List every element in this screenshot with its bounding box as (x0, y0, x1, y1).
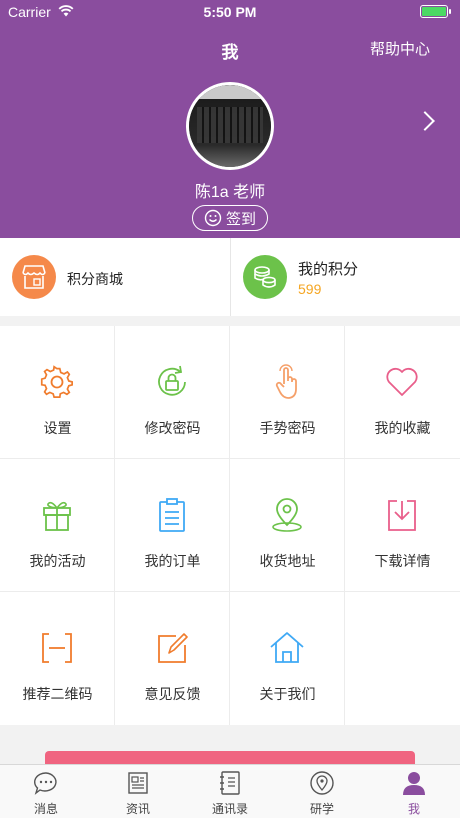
grid-item-label: 下载详情 (374, 553, 431, 569)
function-grid: 设置 修改密码 手势密码 我的收藏 我的活动 我的订单 收货地址 下载详情 推荐… (0, 326, 460, 725)
grid-item-label: 收货地址 (259, 553, 316, 569)
heart-icon (386, 367, 418, 396)
tab-me[interactable]: 我 (368, 765, 460, 818)
tab-label: 通讯录 (211, 802, 248, 816)
news-icon (128, 772, 148, 794)
my-points-entry[interactable]: 我的积分 599 (230, 238, 460, 316)
grid-item-favorites[interactable]: 我的收藏 (345, 326, 460, 459)
my-points-label: 我的积分 (298, 261, 359, 278)
location-pin-icon (272, 498, 302, 532)
user-name: 陈1a 老师 (194, 184, 266, 201)
help-center-link[interactable]: 帮助中心 (370, 38, 430, 59)
user-icon (403, 772, 425, 795)
tab-study[interactable]: 研学 (276, 765, 368, 818)
download-icon (388, 500, 416, 531)
points-mall-label: 积分商城 (67, 271, 123, 287)
store-icon (12, 255, 56, 299)
points-row: 积分商城 我的积分 599 (0, 238, 460, 316)
coins-icon (243, 255, 287, 299)
grid-item-about[interactable]: 关于我们 (230, 592, 345, 725)
tab-label: 研学 (309, 802, 334, 816)
grid-item-label: 我的活动 (29, 553, 86, 569)
grid-item-downloads[interactable]: 下载详情 (345, 459, 460, 592)
clipboard-icon (159, 498, 185, 532)
tab-contacts[interactable]: 通讯录 (184, 765, 276, 818)
grid-item-activities[interactable]: 我的活动 (0, 459, 115, 592)
grid-item-change-password[interactable]: 修改密码 (115, 326, 230, 459)
avatar[interactable] (186, 82, 274, 170)
my-points-value: 599 (298, 281, 322, 297)
checkin-label: 签到 (225, 210, 256, 228)
tab-label: 我 (407, 802, 420, 816)
contacts-icon (220, 771, 240, 795)
status-bar: Carrier 5:50 PM (0, 0, 460, 24)
edit-icon (158, 633, 188, 663)
tab-news[interactable]: 资讯 (92, 765, 184, 818)
grid-item-address[interactable]: 收货地址 (230, 459, 345, 592)
grid-item-label: 意见反馈 (144, 686, 201, 702)
battery-icon (420, 5, 451, 18)
grid-item-label: 关于我们 (259, 686, 316, 702)
chevron-right-icon[interactable] (415, 111, 435, 131)
profile-header: Carrier 5:50 PM 我 帮助中心 陈1a 老师 签到 (0, 0, 460, 238)
grid-item-orders[interactable]: 我的订单 (115, 459, 230, 592)
grid-item-feedback[interactable]: 意见反馈 (115, 592, 230, 725)
tab-bar: 消息 资讯 通讯录 研学 我 (0, 764, 460, 818)
smile-icon (204, 209, 222, 227)
grid-item-qr-code[interactable]: 推荐二维码 (0, 592, 115, 725)
map-pin-icon (310, 771, 334, 795)
grid-item-label: 我的收藏 (374, 420, 431, 436)
hand-tap-icon (275, 364, 297, 399)
gift-icon (43, 501, 71, 531)
points-mall-entry[interactable]: 积分商城 (0, 238, 230, 316)
grid-item-label: 设置 (43, 420, 72, 436)
gear-icon (40, 365, 74, 399)
clock: 5:50 PM (203, 4, 257, 20)
grid-item-label: 修改密码 (144, 420, 201, 436)
grid-item-gesture-password[interactable]: 手势密码 (230, 326, 345, 459)
qr-scan-icon (42, 633, 72, 663)
tab-label: 资讯 (125, 802, 150, 816)
grid-item-empty (345, 592, 460, 725)
grid-item-label: 手势密码 (259, 420, 316, 436)
checkin-button[interactable]: 签到 (192, 205, 268, 231)
grid-item-label: 我的订单 (144, 553, 201, 569)
lock-refresh-icon (158, 365, 186, 396)
tab-messages[interactable]: 消息 (0, 765, 92, 818)
chat-icon (34, 772, 57, 795)
tab-label: 消息 (33, 802, 58, 816)
home-icon (270, 632, 304, 663)
grid-item-label: 推荐二维码 (22, 686, 93, 702)
grid-item-settings[interactable]: 设置 (0, 326, 115, 459)
